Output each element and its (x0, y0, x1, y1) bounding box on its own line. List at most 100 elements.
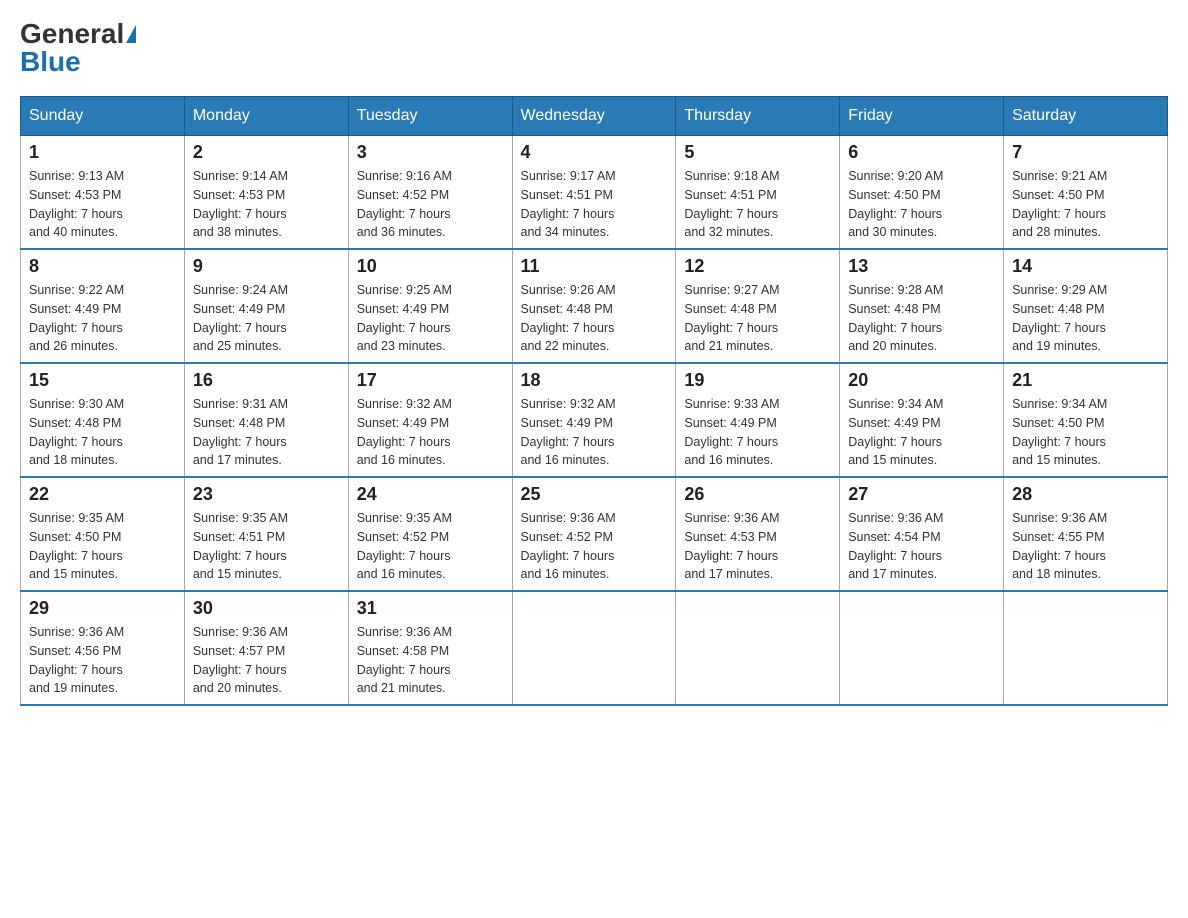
day-number: 2 (193, 142, 340, 163)
day-info: Sunrise: 9:36 AMSunset: 4:54 PMDaylight:… (848, 511, 943, 581)
calendar-cell (840, 591, 1004, 705)
day-number: 15 (29, 370, 176, 391)
day-number: 16 (193, 370, 340, 391)
day-info: Sunrise: 9:14 AMSunset: 4:53 PMDaylight:… (193, 169, 288, 239)
column-header-thursday: Thursday (676, 97, 840, 136)
day-info: Sunrise: 9:36 AMSunset: 4:56 PMDaylight:… (29, 625, 124, 695)
day-info: Sunrise: 9:27 AMSunset: 4:48 PMDaylight:… (684, 283, 779, 353)
calendar-cell (676, 591, 840, 705)
day-number: 22 (29, 484, 176, 505)
calendar-cell: 16 Sunrise: 9:31 AMSunset: 4:48 PMDaylig… (184, 363, 348, 477)
calendar-cell: 7 Sunrise: 9:21 AMSunset: 4:50 PMDayligh… (1004, 136, 1168, 250)
page-header: General Blue (20, 20, 1168, 76)
calendar-cell: 19 Sunrise: 9:33 AMSunset: 4:49 PMDaylig… (676, 363, 840, 477)
day-number: 8 (29, 256, 176, 277)
logo-triangle-icon (126, 25, 136, 43)
day-number: 24 (357, 484, 504, 505)
calendar-week-row: 1 Sunrise: 9:13 AMSunset: 4:53 PMDayligh… (21, 136, 1168, 250)
day-number: 6 (848, 142, 995, 163)
column-header-tuesday: Tuesday (348, 97, 512, 136)
calendar-cell: 28 Sunrise: 9:36 AMSunset: 4:55 PMDaylig… (1004, 477, 1168, 591)
day-info: Sunrise: 9:35 AMSunset: 4:50 PMDaylight:… (29, 511, 124, 581)
day-info: Sunrise: 9:36 AMSunset: 4:52 PMDaylight:… (521, 511, 616, 581)
day-number: 10 (357, 256, 504, 277)
day-number: 13 (848, 256, 995, 277)
day-info: Sunrise: 9:17 AMSunset: 4:51 PMDaylight:… (521, 169, 616, 239)
day-info: Sunrise: 9:36 AMSunset: 4:57 PMDaylight:… (193, 625, 288, 695)
day-number: 23 (193, 484, 340, 505)
day-number: 25 (521, 484, 668, 505)
calendar-cell: 21 Sunrise: 9:34 AMSunset: 4:50 PMDaylig… (1004, 363, 1168, 477)
calendar-cell: 12 Sunrise: 9:27 AMSunset: 4:48 PMDaylig… (676, 249, 840, 363)
day-info: Sunrise: 9:35 AMSunset: 4:52 PMDaylight:… (357, 511, 452, 581)
calendar-cell: 27 Sunrise: 9:36 AMSunset: 4:54 PMDaylig… (840, 477, 1004, 591)
day-number: 28 (1012, 484, 1159, 505)
calendar-cell: 26 Sunrise: 9:36 AMSunset: 4:53 PMDaylig… (676, 477, 840, 591)
logo: General Blue (20, 20, 136, 76)
day-info: Sunrise: 9:34 AMSunset: 4:49 PMDaylight:… (848, 397, 943, 467)
calendar-cell: 13 Sunrise: 9:28 AMSunset: 4:48 PMDaylig… (840, 249, 1004, 363)
calendar-cell: 10 Sunrise: 9:25 AMSunset: 4:49 PMDaylig… (348, 249, 512, 363)
day-number: 27 (848, 484, 995, 505)
day-info: Sunrise: 9:32 AMSunset: 4:49 PMDaylight:… (357, 397, 452, 467)
day-info: Sunrise: 9:28 AMSunset: 4:48 PMDaylight:… (848, 283, 943, 353)
column-header-saturday: Saturday (1004, 97, 1168, 136)
day-number: 4 (521, 142, 668, 163)
calendar-week-row: 15 Sunrise: 9:30 AMSunset: 4:48 PMDaylig… (21, 363, 1168, 477)
day-info: Sunrise: 9:33 AMSunset: 4:49 PMDaylight:… (684, 397, 779, 467)
day-number: 31 (357, 598, 504, 619)
calendar-week-row: 29 Sunrise: 9:36 AMSunset: 4:56 PMDaylig… (21, 591, 1168, 705)
day-number: 30 (193, 598, 340, 619)
day-number: 11 (521, 256, 668, 277)
day-info: Sunrise: 9:30 AMSunset: 4:48 PMDaylight:… (29, 397, 124, 467)
calendar-cell: 25 Sunrise: 9:36 AMSunset: 4:52 PMDaylig… (512, 477, 676, 591)
calendar-cell (1004, 591, 1168, 705)
calendar-week-row: 8 Sunrise: 9:22 AMSunset: 4:49 PMDayligh… (21, 249, 1168, 363)
calendar-cell: 23 Sunrise: 9:35 AMSunset: 4:51 PMDaylig… (184, 477, 348, 591)
day-number: 1 (29, 142, 176, 163)
day-info: Sunrise: 9:34 AMSunset: 4:50 PMDaylight:… (1012, 397, 1107, 467)
calendar-cell: 3 Sunrise: 9:16 AMSunset: 4:52 PMDayligh… (348, 136, 512, 250)
day-number: 20 (848, 370, 995, 391)
column-header-wednesday: Wednesday (512, 97, 676, 136)
day-number: 7 (1012, 142, 1159, 163)
day-number: 5 (684, 142, 831, 163)
calendar-cell: 17 Sunrise: 9:32 AMSunset: 4:49 PMDaylig… (348, 363, 512, 477)
day-number: 9 (193, 256, 340, 277)
calendar-cell: 31 Sunrise: 9:36 AMSunset: 4:58 PMDaylig… (348, 591, 512, 705)
day-number: 21 (1012, 370, 1159, 391)
column-header-friday: Friday (840, 97, 1004, 136)
logo-general-text: General (20, 20, 124, 48)
day-info: Sunrise: 9:20 AMSunset: 4:50 PMDaylight:… (848, 169, 943, 239)
calendar-cell: 24 Sunrise: 9:35 AMSunset: 4:52 PMDaylig… (348, 477, 512, 591)
day-info: Sunrise: 9:16 AMSunset: 4:52 PMDaylight:… (357, 169, 452, 239)
day-number: 18 (521, 370, 668, 391)
calendar-cell: 14 Sunrise: 9:29 AMSunset: 4:48 PMDaylig… (1004, 249, 1168, 363)
day-info: Sunrise: 9:13 AMSunset: 4:53 PMDaylight:… (29, 169, 124, 239)
calendar-cell: 22 Sunrise: 9:35 AMSunset: 4:50 PMDaylig… (21, 477, 185, 591)
calendar-cell: 2 Sunrise: 9:14 AMSunset: 4:53 PMDayligh… (184, 136, 348, 250)
calendar-cell: 1 Sunrise: 9:13 AMSunset: 4:53 PMDayligh… (21, 136, 185, 250)
calendar-cell: 4 Sunrise: 9:17 AMSunset: 4:51 PMDayligh… (512, 136, 676, 250)
day-info: Sunrise: 9:35 AMSunset: 4:51 PMDaylight:… (193, 511, 288, 581)
column-header-monday: Monday (184, 97, 348, 136)
day-info: Sunrise: 9:24 AMSunset: 4:49 PMDaylight:… (193, 283, 288, 353)
day-number: 29 (29, 598, 176, 619)
logo-blue-text: Blue (20, 48, 81, 76)
day-info: Sunrise: 9:36 AMSunset: 4:55 PMDaylight:… (1012, 511, 1107, 581)
calendar-cell: 29 Sunrise: 9:36 AMSunset: 4:56 PMDaylig… (21, 591, 185, 705)
day-info: Sunrise: 9:22 AMSunset: 4:49 PMDaylight:… (29, 283, 124, 353)
day-number: 3 (357, 142, 504, 163)
calendar-header-row: SundayMondayTuesdayWednesdayThursdayFrid… (21, 97, 1168, 136)
day-number: 14 (1012, 256, 1159, 277)
calendar-cell: 9 Sunrise: 9:24 AMSunset: 4:49 PMDayligh… (184, 249, 348, 363)
day-info: Sunrise: 9:26 AMSunset: 4:48 PMDaylight:… (521, 283, 616, 353)
calendar-cell: 20 Sunrise: 9:34 AMSunset: 4:49 PMDaylig… (840, 363, 1004, 477)
calendar-week-row: 22 Sunrise: 9:35 AMSunset: 4:50 PMDaylig… (21, 477, 1168, 591)
calendar-cell: 5 Sunrise: 9:18 AMSunset: 4:51 PMDayligh… (676, 136, 840, 250)
calendar-cell (512, 591, 676, 705)
day-info: Sunrise: 9:21 AMSunset: 4:50 PMDaylight:… (1012, 169, 1107, 239)
day-number: 26 (684, 484, 831, 505)
calendar-cell: 18 Sunrise: 9:32 AMSunset: 4:49 PMDaylig… (512, 363, 676, 477)
day-info: Sunrise: 9:32 AMSunset: 4:49 PMDaylight:… (521, 397, 616, 467)
